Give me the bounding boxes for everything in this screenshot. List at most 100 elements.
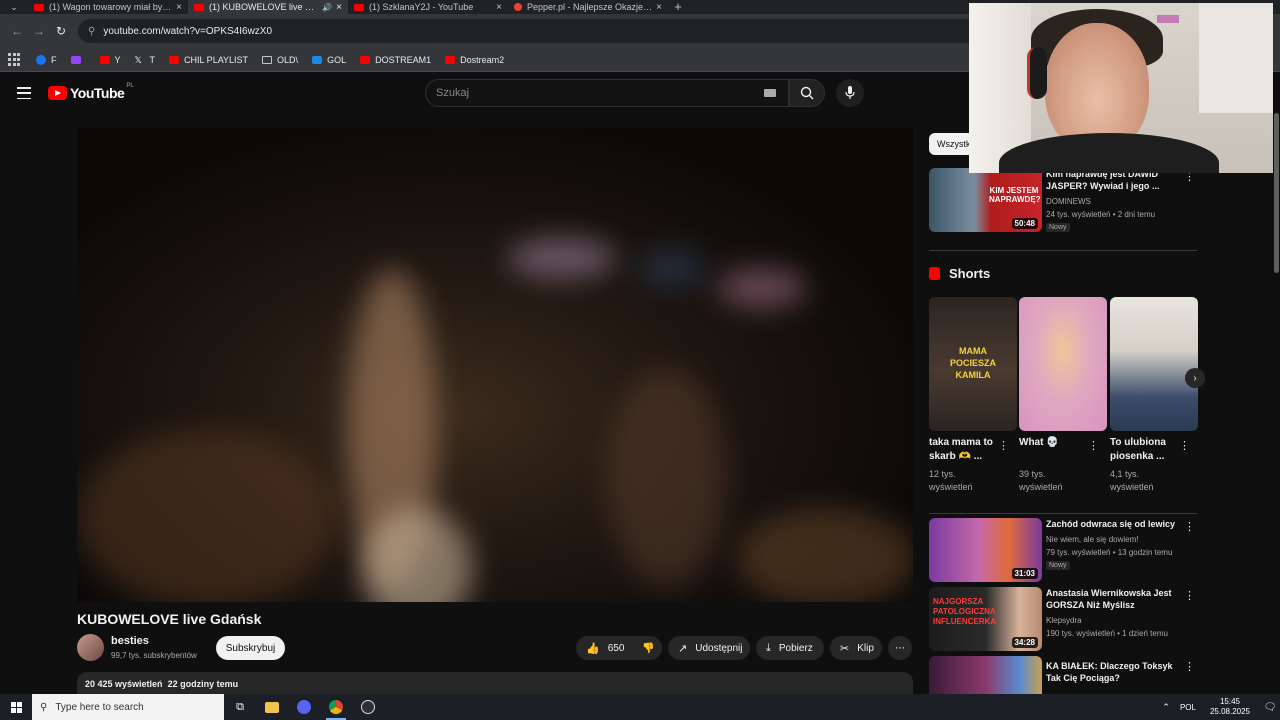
recommended-video[interactable]: KA BIAŁEK: Dlaczego Toksyk Tak Cię Pocią… [929, 656, 1201, 694]
youtube-icon [169, 55, 180, 64]
clip-button[interactable]: ✂ Klip [830, 636, 882, 660]
task-view-button[interactable]: ⧉ [224, 694, 256, 720]
video-thumbnail[interactable] [929, 656, 1042, 694]
taskbar-search-input[interactable]: ⚲ Type here to search [32, 694, 224, 720]
recommended-title: KA BIAŁEK: Dlaczego Toksyk Tak Cię Pocią… [1046, 661, 1173, 683]
search-input[interactable]: Szukaj [425, 79, 789, 107]
short-title: What 💀 [1019, 437, 1059, 448]
subscribe-button[interactable]: Subskrybuj [216, 636, 285, 660]
thumbnail-text: KIM JESTEM NAPRAWDĘ? [989, 186, 1041, 204]
start-button[interactable] [0, 694, 32, 720]
like-count[interactable]: 650 [608, 643, 625, 654]
bookmark-label: T [149, 54, 156, 65]
recommended-video[interactable]: KIM JESTEM NAPRAWDĘ? 50:48 Kim naprawdę … [929, 168, 1201, 232]
browser-tab-4[interactable]: Pepper.pl - Najlepsze Okazje, R × [508, 0, 668, 14]
bookmark-dostream2[interactable]: Dostream2 [445, 55, 504, 65]
menu-hamburger-icon[interactable] [17, 87, 31, 99]
youtube-icon [360, 55, 371, 64]
recommended-video[interactable]: NAJGORSZA PATOLOGICZNA INFLUENCERKA 34:2… [929, 587, 1201, 651]
chrome-button[interactable] [320, 694, 352, 720]
back-arrow-icon[interactable]: ← [6, 20, 28, 42]
short-thumbnail[interactable] [1110, 297, 1198, 431]
recommended-channel: Nie wiem, ale się dowiem! [1046, 535, 1139, 544]
keyboard-icon[interactable] [764, 89, 776, 97]
obs-button[interactable] [352, 694, 384, 720]
discord-button[interactable] [288, 694, 320, 720]
bookmark-y[interactable]: Y [99, 55, 121, 65]
chevron-up-icon[interactable]: ⌃ [1162, 702, 1170, 713]
close-tab-icon[interactable]: × [656, 2, 662, 13]
more-horizontal-icon: ⋯ [895, 642, 905, 654]
bookmark-twitch[interactable] [70, 55, 86, 64]
more-actions-button[interactable]: ⋯ [888, 636, 912, 660]
clock[interactable]: 15:45 25.08.2025 [1210, 697, 1250, 717]
search-button[interactable] [789, 79, 825, 107]
download-button[interactable]: ⤓ Pobierz [756, 636, 824, 660]
bookmark-label: GOL [327, 54, 347, 65]
shorts-title: Shorts [949, 266, 991, 281]
more-vertical-icon[interactable]: ⋮ [1088, 439, 1099, 452]
recommended-video[interactable]: 31:03 Zachód odwraca się od lewicy Nie w… [929, 518, 1201, 582]
voice-search-button[interactable] [836, 79, 864, 107]
apps-grid-icon[interactable] [8, 52, 22, 67]
short-thumbnail[interactable]: MAMA POCIESZA KAMILA [929, 297, 1017, 431]
tab-search-chevron-icon[interactable]: ⌄ [0, 0, 28, 14]
browser-tab-1[interactable]: (1) Wagon towarowy miał być p × [28, 0, 188, 14]
youtube-logo[interactable]: YouTube PL [48, 83, 134, 101]
more-vertical-icon[interactable]: ⋮ [1184, 660, 1195, 673]
page-scrollbar[interactable] [1273, 73, 1280, 693]
more-vertical-icon[interactable]: ⋮ [1184, 589, 1195, 602]
bookmark-label: OLD\ [277, 54, 299, 65]
discord-icon [297, 700, 311, 714]
scrollbar-thumb[interactable] [1274, 113, 1279, 273]
bookmark-t[interactable]: 𝕏T [135, 55, 156, 65]
video-duration: 50:48 [1011, 218, 1038, 229]
download-label: Pobierz [778, 642, 813, 654]
short-item[interactable]: To ulubiona piosenka ... 4,1 tys. wyświe… [1110, 297, 1198, 492]
browser-tab-2[interactable]: (1) KUBOWELOVE live Gdań 🔊 × [188, 0, 348, 14]
chrome-icon [329, 700, 343, 714]
more-vertical-icon[interactable]: ⋮ [998, 439, 1009, 452]
short-item[interactable]: MAMA POCIESZA KAMILA taka mama to skarb … [929, 297, 1017, 492]
recommended-meta: 79 tys. wyświetleń • 13 godzin temu [1046, 548, 1173, 557]
share-button[interactable]: ↗ Udostępnij [668, 636, 750, 660]
channel-name[interactable]: besties [111, 635, 149, 647]
close-tab-icon[interactable]: × [496, 2, 502, 13]
notification-icon[interactable]: 🗨 [1260, 702, 1280, 713]
browser-tab-3[interactable]: (1) SzklanaY2J - YouTube × [348, 0, 508, 14]
gol-icon [312, 55, 323, 64]
bookmark-gol[interactable]: GOL [312, 55, 346, 65]
speaker-icon[interactable]: 🔊 [322, 3, 332, 12]
channel-avatar[interactable] [77, 634, 104, 661]
folder-icon [262, 55, 273, 64]
thumbs-up-icon[interactable]: 👍 [586, 642, 600, 655]
short-item[interactable]: What 💀 39 tys. wyświetleń ⋮ [1019, 297, 1107, 492]
input-language[interactable]: POL [1180, 703, 1196, 712]
video-thumbnail[interactable]: NAJGORSZA PATOLOGICZNA INFLUENCERKA 34:2… [929, 587, 1042, 651]
close-tab-icon[interactable]: × [176, 2, 182, 13]
bookmark-chil-playlist[interactable]: CHIL PLAYLIST [169, 55, 248, 65]
reload-icon[interactable]: ↻ [50, 20, 72, 42]
file-explorer-button[interactable] [256, 694, 288, 720]
forward-arrow-icon[interactable]: → [28, 20, 50, 42]
bookmark-dostream1[interactable]: DOSTREAM1 [360, 55, 431, 65]
microphone-icon [845, 86, 855, 99]
video-thumbnail[interactable]: 31:03 [929, 518, 1042, 582]
bookmark-old-folder[interactable]: OLD\ [262, 55, 298, 65]
url-input[interactable]: ⚲ youtube.com/watch?v=OPKS4I6wzX0 [78, 19, 998, 43]
recommended-title: Zachód odwraca się od lewicy [1046, 519, 1176, 529]
more-vertical-icon[interactable]: ⋮ [1179, 439, 1190, 452]
close-tab-icon[interactable]: × [336, 2, 342, 13]
video-player[interactable] [77, 128, 913, 602]
site-info-icon[interactable]: ⚲ [88, 26, 95, 37]
description-box[interactable]: 20 425 wyświetleń 22 godziny temu [77, 672, 913, 696]
more-vertical-icon[interactable]: ⋮ [1184, 520, 1195, 533]
new-tab-plus-icon[interactable]: + [668, 0, 688, 14]
facebook-icon [36, 54, 46, 65]
thumbs-down-icon[interactable]: 👎 [642, 643, 654, 654]
bookmark-f[interactable]: F [36, 54, 57, 65]
chevron-right-icon[interactable]: › [1185, 368, 1205, 388]
video-thumbnail[interactable]: KIM JESTEM NAPRAWDĘ? 50:48 [929, 168, 1042, 232]
short-views: 39 tys. wyświetleń [1019, 469, 1063, 492]
short-thumbnail[interactable] [1019, 297, 1107, 431]
